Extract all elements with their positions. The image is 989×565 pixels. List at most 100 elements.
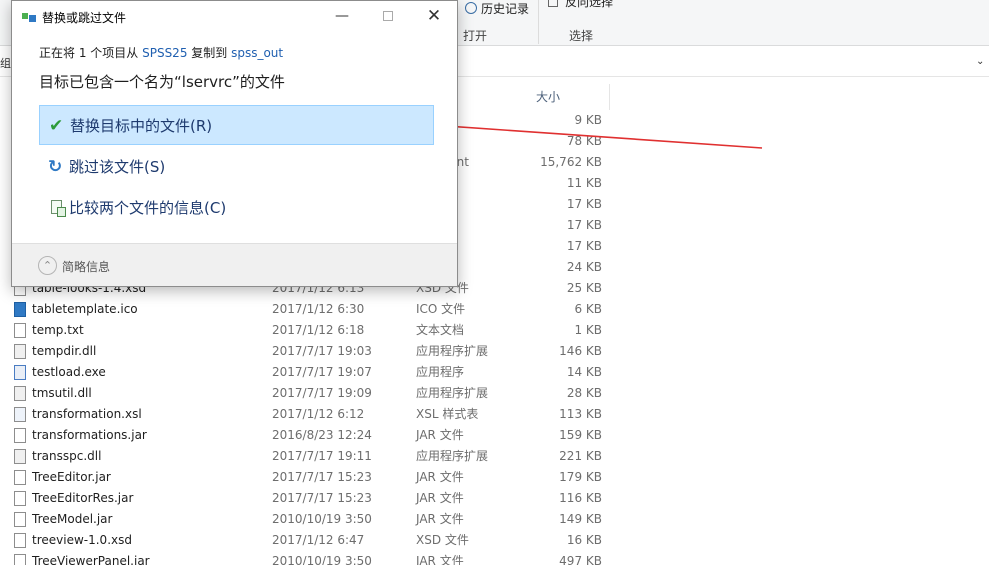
skip-option-label: 跳过该文件(S) bbox=[69, 158, 166, 176]
file-icon bbox=[14, 428, 26, 443]
file-type: JAR 文件 bbox=[416, 554, 464, 565]
column-header-size[interactable]: 大小 bbox=[528, 84, 610, 110]
file-type: 应用程序扩展 bbox=[416, 386, 489, 400]
file-size: 16 KB bbox=[566, 533, 602, 547]
file-type: 文本文档 bbox=[416, 323, 465, 337]
file-row[interactable]: TreeViewerPanel.jar 2010/10/19 3:50 JAR 文件… bbox=[0, 551, 989, 565]
file-size: 17 KB bbox=[566, 197, 602, 211]
replace-file-option[interactable]: ✔ 替换目标中的文件(R) bbox=[39, 105, 434, 145]
invert-selection-button[interactable]: 反向选择 bbox=[565, 0, 613, 10]
copy-progress-text: 正在将 1 个项目从 SPSS25 复制到 spss_out bbox=[39, 44, 283, 61]
maximize-icon bbox=[383, 11, 393, 21]
ribbon-separator bbox=[538, 0, 539, 44]
file-date: 2017/7/17 19:03 bbox=[272, 344, 372, 358]
chevron-down-icon[interactable]: ⌄ bbox=[976, 56, 984, 67]
file-row[interactable]: transspc.dll 2017/7/17 19:11 应用程序扩展 221 KB bbox=[0, 446, 989, 467]
invert-selection-icon bbox=[548, 0, 558, 7]
skip-file-option[interactable]: ↻ 跳过该文件(S) bbox=[39, 147, 434, 187]
file-row[interactable]: tempdir.dll 2017/7/17 19:03 应用程序扩展 146 KB bbox=[0, 341, 989, 362]
file-size: 116 KB bbox=[559, 491, 602, 505]
file-date: 2017/7/17 19:11 bbox=[272, 449, 372, 463]
file-name: tmsutil.dll bbox=[32, 386, 92, 400]
destination-folder-link[interactable]: spss_out bbox=[231, 46, 283, 60]
xsl-file-icon bbox=[14, 407, 26, 422]
file-type: JAR 文件 bbox=[416, 470, 464, 484]
dll-file-icon bbox=[14, 386, 26, 401]
compare-files-icon bbox=[51, 200, 66, 217]
file-icon bbox=[14, 512, 26, 527]
file-name: TreeModel.jar bbox=[32, 512, 113, 526]
file-size: 28 KB bbox=[566, 386, 602, 400]
file-size: 113 KB bbox=[559, 407, 602, 421]
file-row[interactable]: TreeModel.jar 2010/10/19 3:50 JAR 文件 149 KB bbox=[0, 509, 989, 530]
file-date: 2010/10/19 3:50 bbox=[272, 512, 372, 526]
file-date: 2017/7/17 15:23 bbox=[272, 491, 372, 505]
file-row[interactable]: TreeEditorRes.jar 2017/7/17 15:23 JAR 文件 11… bbox=[0, 488, 989, 509]
file-type: 应用程序扩展 bbox=[416, 344, 489, 358]
ribbon-group-open: 打开 bbox=[463, 29, 488, 43]
file-date: 2017/7/17 15:23 bbox=[272, 470, 372, 484]
file-size: 6 KB bbox=[574, 302, 602, 316]
file-size: 1 KB bbox=[574, 323, 602, 337]
skip-arrow-icon: ↻ bbox=[48, 157, 63, 177]
file-size: 11 KB bbox=[566, 176, 602, 190]
minimize-button[interactable]: — bbox=[319, 1, 365, 32]
file-size: 221 KB bbox=[559, 449, 602, 463]
history-button[interactable]: 历史记录 bbox=[481, 0, 529, 17]
file-type: 应用程序扩展 bbox=[416, 449, 489, 463]
file-row[interactable]: testload.exe 2017/7/17 19:07 应用程序 14 KB bbox=[0, 362, 989, 383]
file-size: 14 KB bbox=[566, 365, 602, 379]
file-name: testload.exe bbox=[32, 365, 106, 379]
file-type: JAR 文件 bbox=[416, 491, 464, 505]
file-row[interactable]: tabletemplate.ico 2017/1/12 6:30 ICO 文件 6 K… bbox=[0, 299, 989, 320]
file-type: ICO 文件 bbox=[416, 302, 466, 316]
file-type: XSL 样式表 bbox=[416, 407, 479, 421]
file-size: 179 KB bbox=[559, 470, 602, 484]
file-row[interactable]: transformation.xsl 2017/1/12 6:12 XSL 样式表 1… bbox=[0, 404, 989, 425]
maximize-button[interactable] bbox=[365, 1, 411, 32]
file-size: 9 KB bbox=[574, 113, 602, 127]
file-type: 应用程序 bbox=[416, 365, 465, 379]
file-date: 2010/10/19 3:50 bbox=[272, 554, 372, 565]
file-size: 146 KB bbox=[559, 344, 602, 358]
fewer-details-link[interactable]: 简略信息 bbox=[62, 258, 110, 275]
source-folder-link[interactable]: SPSS25 bbox=[142, 46, 187, 60]
file-icon bbox=[14, 554, 26, 565]
dialog-footer: ⌃ 简略信息 bbox=[12, 243, 457, 286]
replace-option-label: 替换目标中的文件(R) bbox=[70, 117, 213, 135]
file-name: transspc.dll bbox=[32, 449, 102, 463]
file-date: 2017/1/12 6:12 bbox=[272, 407, 365, 421]
file-date: 2017/1/12 6:30 bbox=[272, 302, 365, 316]
exe-file-icon bbox=[14, 365, 26, 380]
compare-option-label: 比较两个文件的信息(C) bbox=[69, 199, 227, 217]
file-row[interactable]: treeview-1.0.xsd 2017/1/12 6:47 XSD 文件 16 K… bbox=[0, 530, 989, 551]
file-row[interactable]: transformations.jar 2016/8/23 12:24 JAR 文件… bbox=[0, 425, 989, 446]
file-date: 2017/7/17 19:09 bbox=[272, 386, 372, 400]
file-name: tabletemplate.ico bbox=[32, 302, 138, 316]
file-name: temp.txt bbox=[32, 323, 84, 337]
copy-app-icon bbox=[22, 11, 36, 22]
text-file-icon bbox=[14, 323, 26, 338]
file-row[interactable]: temp.txt 2017/1/12 6:18 文本文档 1 KB bbox=[0, 320, 989, 341]
file-size: 497 KB bbox=[559, 554, 602, 565]
dll-file-icon bbox=[14, 344, 26, 359]
file-icon bbox=[14, 533, 26, 548]
dialog-titlebar[interactable]: 替换或跳过文件 — ✕ bbox=[12, 1, 457, 32]
copy-prefix: 正在将 1 个项目从 bbox=[39, 46, 143, 60]
ribbon-group-select: 选择 bbox=[569, 29, 594, 43]
file-date: 2017/1/12 6:47 bbox=[272, 533, 365, 547]
file-size: 17 KB bbox=[566, 239, 602, 253]
file-icon bbox=[14, 470, 26, 485]
file-size: 78 KB bbox=[566, 134, 602, 148]
chevron-up-icon[interactable]: ⌃ bbox=[38, 256, 57, 275]
file-row[interactable]: tmsutil.dll 2017/7/17 19:09 应用程序扩展 28 KB bbox=[0, 383, 989, 404]
file-name: tempdir.dll bbox=[32, 344, 97, 358]
file-date: 2017/1/12 6:18 bbox=[272, 323, 365, 337]
close-button[interactable]: ✕ bbox=[411, 1, 457, 32]
file-size: 159 KB bbox=[559, 428, 602, 442]
file-name: treeview-1.0.xsd bbox=[32, 533, 132, 547]
file-name: TreeEditor.jar bbox=[32, 470, 111, 484]
file-type: JAR 文件 bbox=[416, 428, 464, 442]
compare-files-option[interactable]: 比较两个文件的信息(C) bbox=[39, 188, 434, 228]
file-row[interactable]: TreeEditor.jar 2017/7/17 15:23 JAR 文件 179 K… bbox=[0, 467, 989, 488]
